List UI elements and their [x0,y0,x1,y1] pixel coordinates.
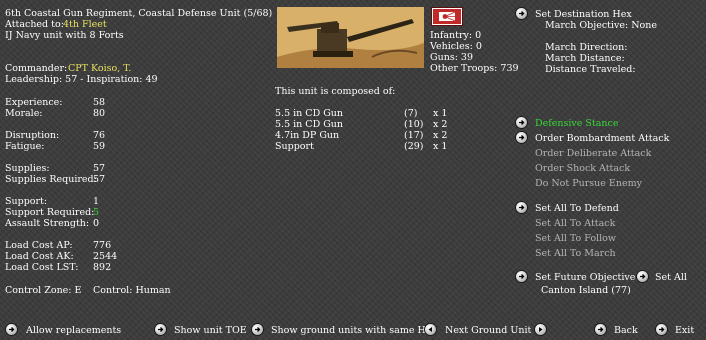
navy-unit-line: IJ Navy unit with 8 Forts [5,30,124,41]
future-objective-target: Canton Island (77) [541,285,631,296]
back-radio-icon[interactable] [595,324,606,335]
allow-replacements-radio-icon[interactable] [6,324,17,335]
allow-replacements-button[interactable]: Allow replacements [26,325,121,336]
stat-label: Disruption: [5,130,60,141]
troops-infantry: Infantry: 0 [430,30,482,41]
japanese-navy-flag-icon [433,9,461,24]
defensive-stance-radio-icon[interactable] [516,117,527,128]
control-zone: Control Zone: E [5,285,82,296]
exit-radio-icon[interactable] [656,324,667,335]
composition-device-name[interactable]: 4.7in DP Gun [275,130,339,141]
defensive-stance-option[interactable]: Defensive Stance [535,118,618,129]
deliberate-attack-option: Order Deliberate Attack [535,148,652,159]
commander-label: Commander: [5,63,68,74]
troops-other: Other Troops: 739 [430,63,519,74]
set-future-objective-button[interactable]: Set Future Objective [535,272,635,283]
stat-label: Morale: [5,108,43,119]
stat-label: Fatigue: [5,141,45,152]
stat-label: Load Cost AK: [5,251,74,262]
show-same-hq-button[interactable]: Show ground units with same HQ [271,325,434,336]
stat-value: 57 [93,174,106,185]
next-ground-unit-label: Next Ground Unit [445,325,532,336]
troops-guns: Guns: 39 [430,52,474,63]
composition-device-qty: x 1 [433,108,448,119]
leadership-line: Leadership: 57 - Inspiration: 49 [5,74,158,85]
stat-value: 776 [93,240,112,251]
composition-device-name[interactable]: 5.5 in CD Gun [275,108,343,119]
set-all-march-button: Set All To March [535,248,616,259]
no-pursue-option: Do Not Pursue Enemy [535,178,642,189]
composition-device-id: (7) [404,108,418,119]
troops-vehicles: Vehicles: 0 [430,41,482,52]
stat-label: Load Cost LST: [5,262,79,273]
stat-value: 2544 [93,251,118,262]
stat-label: Load Cost AP: [5,240,73,251]
stat-value: 59 [93,141,106,152]
next-unit-arrow-icon[interactable] [535,324,546,335]
march-distance: March Distance: [545,53,625,64]
stat-value: 80 [93,108,106,119]
attached-label: Attached to: [5,19,64,30]
bombardment-attack-radio-icon[interactable] [516,132,527,143]
control-owner: Control: Human [93,285,171,296]
set-all-defend-radio-icon[interactable] [516,202,527,213]
stat-label: Support Required: [5,207,95,218]
stat-value: 1 [93,196,100,207]
stat-value: 57 [93,163,106,174]
composition-device-qty: x 2 [433,119,448,130]
show-unit-toe-button[interactable]: Show unit TOE [174,325,247,336]
set-all-defend-button[interactable]: Set All To Defend [535,203,619,214]
back-button[interactable]: Back [614,325,638,336]
show-toe-radio-icon[interactable] [155,324,166,335]
march-objective: March Objective: None [545,20,657,31]
attached-hq-link[interactable]: 4th Fleet [63,19,107,30]
set-all-attack-button: Set All To Attack [535,218,616,229]
set-all-objective-radio-icon[interactable] [637,271,648,282]
coastal-gun-image [277,7,424,68]
composition-device-name[interactable]: Support [275,141,314,152]
bombardment-attack-option[interactable]: Order Bombardment Attack [535,133,669,144]
stat-label: Assault Strength: [5,218,90,229]
set-future-objective-radio-icon[interactable] [516,271,527,282]
stat-value: 58 [93,97,106,108]
set-destination-button[interactable]: Set Destination Hex [535,9,632,20]
unit-name: 6th Coastal Gun Regiment, Coastal Defens… [5,8,273,19]
distance-traveled: Distance Traveled: [545,64,636,75]
set-all-objective-button[interactable]: Set All [655,272,687,283]
composition-device-qty: x 2 [433,130,448,141]
same-hq-radio-icon[interactable] [252,324,263,335]
stat-label: Supplies: [5,163,50,174]
composition-device-id: (17) [404,130,424,141]
stat-value: 76 [93,130,106,141]
stat-label: Supplies Required: [5,174,97,185]
exit-button[interactable]: Exit [675,325,694,336]
stat-label: Support: [5,196,48,207]
composition-device-id: (29) [404,141,424,152]
commander-link[interactable]: CPT Koiso, T. [68,63,131,74]
stat-label: Experience: [5,97,63,108]
composition-device-qty: x 1 [433,141,448,152]
stat-value: 5 [93,207,100,218]
set-all-follow-button: Set All To Follow [535,233,616,244]
composition-device-name[interactable]: 5.5 in CD Gun [275,119,343,130]
composition-header: This unit is composed of: [275,86,396,97]
stat-value: 0 [93,218,100,229]
shock-attack-option: Order Shock Attack [535,163,631,174]
march-direction: March Direction: [545,42,628,53]
previous-unit-arrow-icon[interactable] [425,324,436,335]
composition-device-id: (10) [404,119,424,130]
unit-photo [277,7,424,68]
set-destination-radio-icon[interactable] [516,8,527,19]
stat-value: 892 [93,262,112,273]
